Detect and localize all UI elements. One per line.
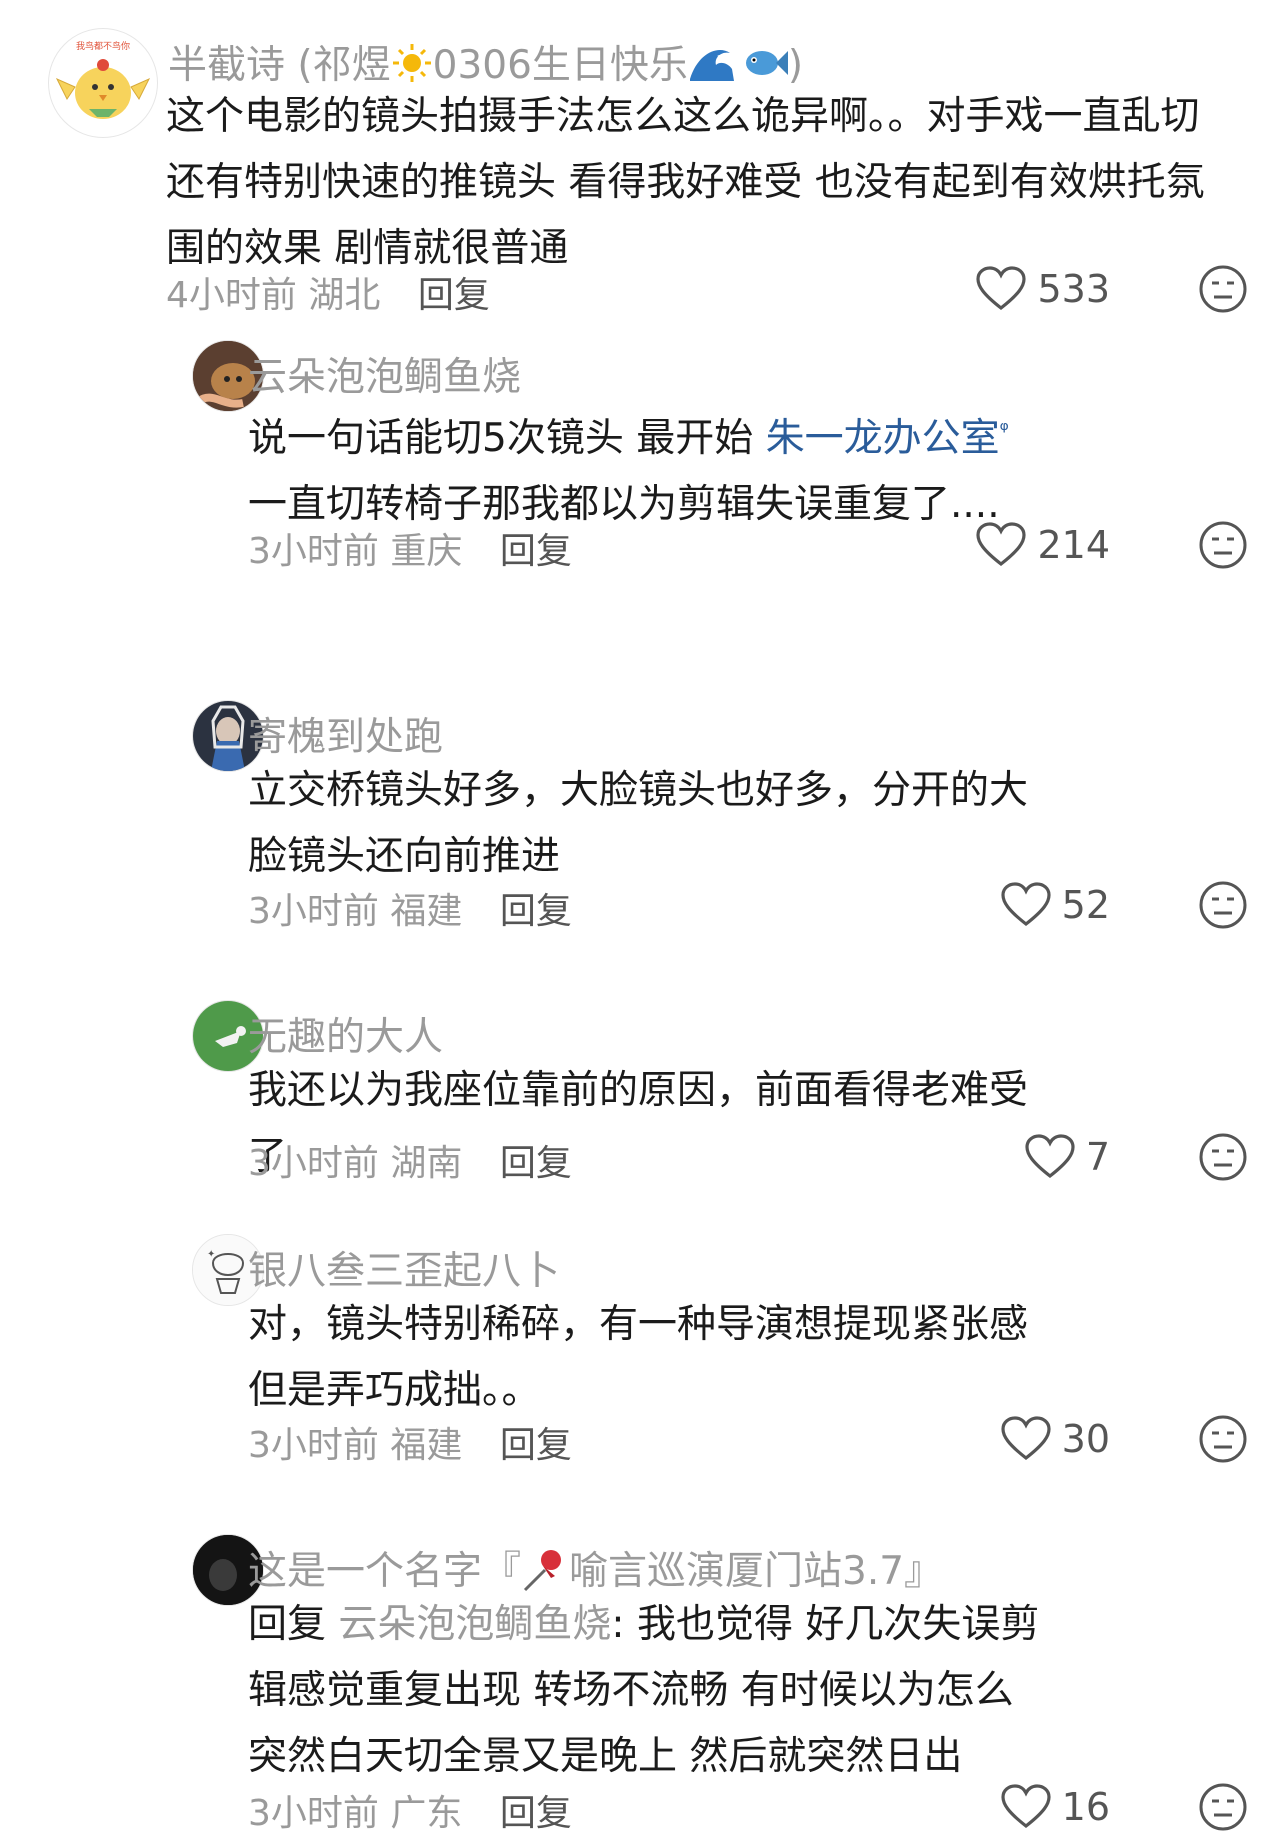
- avatar[interactable]: 我鸟都不鸟你: [48, 28, 158, 138]
- meh-face-icon[interactable]: [1198, 1414, 1248, 1464]
- search-icon: ᵠ: [999, 418, 1009, 443]
- comment-meta: 3小时前 福建 回复: [248, 1416, 572, 1468]
- comment-meta: 3小时前 广东 回复: [248, 1784, 572, 1836]
- reply-button[interactable]: 回复: [500, 1425, 572, 1466]
- like-button[interactable]: 52: [1000, 882, 1110, 928]
- reply-button[interactable]: 回复: [500, 891, 572, 932]
- like-button[interactable]: 7: [1024, 1134, 1110, 1180]
- like-count: 214: [1037, 523, 1110, 567]
- heart-outline-icon: [1000, 1784, 1052, 1830]
- like-count: 533: [1037, 267, 1110, 311]
- heart-outline-icon: [975, 266, 1027, 312]
- mention-link[interactable]: 朱一龙办公室ᵠ: [766, 416, 1009, 461]
- svg-text:✦: ✦: [207, 1249, 215, 1260]
- reply-to-user[interactable]: 云朵泡泡鲷鱼烧: [338, 1602, 611, 1647]
- comment-5: ✦ 银八叁三歪起八卜 对，镜头特别稀碎，有一种导演想提现紧张感但是弄巧成拙。。 …: [0, 1234, 1284, 1466]
- comment-6: 这是一个名字『 喻言巡演厦门站3.7』 回复 云朵泡泡鲷鱼烧: 我也觉得 好几次失…: [0, 1534, 1284, 1838]
- comment-region: 湖北: [308, 275, 381, 316]
- comment-4: 无趣的大人 我还以为我座位靠前的原因，前面看得老难受了 3小时前 湖南 回复 7: [0, 1000, 1284, 1184]
- comment-meta: 3小时前 重庆 回复: [248, 522, 572, 574]
- comment-region: 广东: [390, 1793, 463, 1834]
- meh-face-icon[interactable]: [1198, 1132, 1248, 1182]
- meh-face-icon[interactable]: [1198, 880, 1248, 930]
- comment-author[interactable]: 银八叁三歪起八卜: [248, 1240, 560, 1296]
- heart-outline-icon: [1000, 882, 1052, 928]
- comment-meta: 3小时前 湖南 回复: [248, 1134, 572, 1186]
- comment-author[interactable]: 寄槐到处跑: [248, 706, 443, 762]
- like-button[interactable]: 533: [975, 266, 1110, 312]
- comment-text: 回复 云朵泡泡鲷鱼烧: 我也觉得 好几次失误剪辑感觉重复出现 转场不流畅 有时候…: [248, 1602, 1040, 1779]
- comment-text: 对，镜头特别稀碎，有一种导演想提现紧张感但是弄巧成拙。。: [248, 1302, 1029, 1413]
- like-button[interactable]: 30: [1000, 1416, 1110, 1462]
- heart-outline-icon: [1024, 1134, 1076, 1180]
- comment-author[interactable]: 无趣的大人: [248, 1006, 443, 1062]
- like-button[interactable]: 214: [975, 522, 1110, 568]
- avatar-caption: 我鸟都不鸟你: [76, 40, 130, 52]
- comment-text: 说一句话能切5次镜头 最开始 朱一龙办公室ᵠ 一直切转椅子那我都以为剪辑失误重复…: [248, 416, 1009, 527]
- like-count: 16: [1061, 1785, 1110, 1829]
- heart-outline-icon: [975, 522, 1027, 568]
- comment-region: 湖南: [390, 1143, 463, 1184]
- comment-time: 3小时前: [248, 1143, 379, 1184]
- meh-face-icon[interactable]: [1198, 520, 1248, 570]
- reply-button[interactable]: 回复: [500, 1793, 572, 1834]
- comment-time: 3小时前: [248, 1793, 379, 1834]
- comment-author[interactable]: 云朵泡泡鲷鱼烧: [248, 346, 521, 402]
- like-count: 30: [1061, 1417, 1110, 1461]
- comment-time: 3小时前: [248, 891, 379, 932]
- comment-meta: 4小时前 湖北 回复: [166, 266, 490, 318]
- comment-region: 重庆: [390, 531, 463, 572]
- comment-meta: 3小时前 福建 回复: [248, 882, 572, 934]
- heart-outline-icon: [1000, 1416, 1052, 1462]
- like-count: 7: [1085, 1135, 1110, 1179]
- comment-time: 3小时前: [248, 1425, 379, 1466]
- comment-2: 云朵泡泡鲷鱼烧 说一句话能切5次镜头 最开始 朱一龙办公室ᵠ 一直切转椅子那我都…: [0, 340, 1284, 572]
- comment-text: 立交桥镜头好多，大脸镜头也好多，分开的大脸镜头还向前推进: [248, 768, 1029, 879]
- like-button[interactable]: 16: [1000, 1784, 1110, 1830]
- comment-time: 3小时前: [248, 531, 379, 572]
- comment-1: 我鸟都不鸟你 半截诗 (祁煜 0306生日快乐) 这个电影的镜头拍摄手法怎么这么诡…: [0, 28, 1284, 318]
- reply-button[interactable]: 回复: [500, 531, 572, 572]
- comment-3: 寄槐到处跑 立交桥镜头好多，大脸镜头也好多，分开的大脸镜头还向前推进 3小时前 …: [0, 700, 1284, 932]
- reply-button[interactable]: 回复: [418, 275, 490, 316]
- comment-region: 福建: [390, 891, 463, 932]
- meh-face-icon[interactable]: [1198, 264, 1248, 314]
- reply-button[interactable]: 回复: [500, 1143, 572, 1184]
- like-count: 52: [1061, 883, 1110, 927]
- meh-face-icon[interactable]: [1198, 1782, 1248, 1832]
- comment-text: 这个电影的镜头拍摄手法怎么这么诡异啊。。对手戏一直乱切 还有特别快速的推镜头 看…: [166, 94, 1205, 271]
- comment-time: 4小时前: [166, 275, 297, 316]
- comment-region: 福建: [390, 1425, 463, 1466]
